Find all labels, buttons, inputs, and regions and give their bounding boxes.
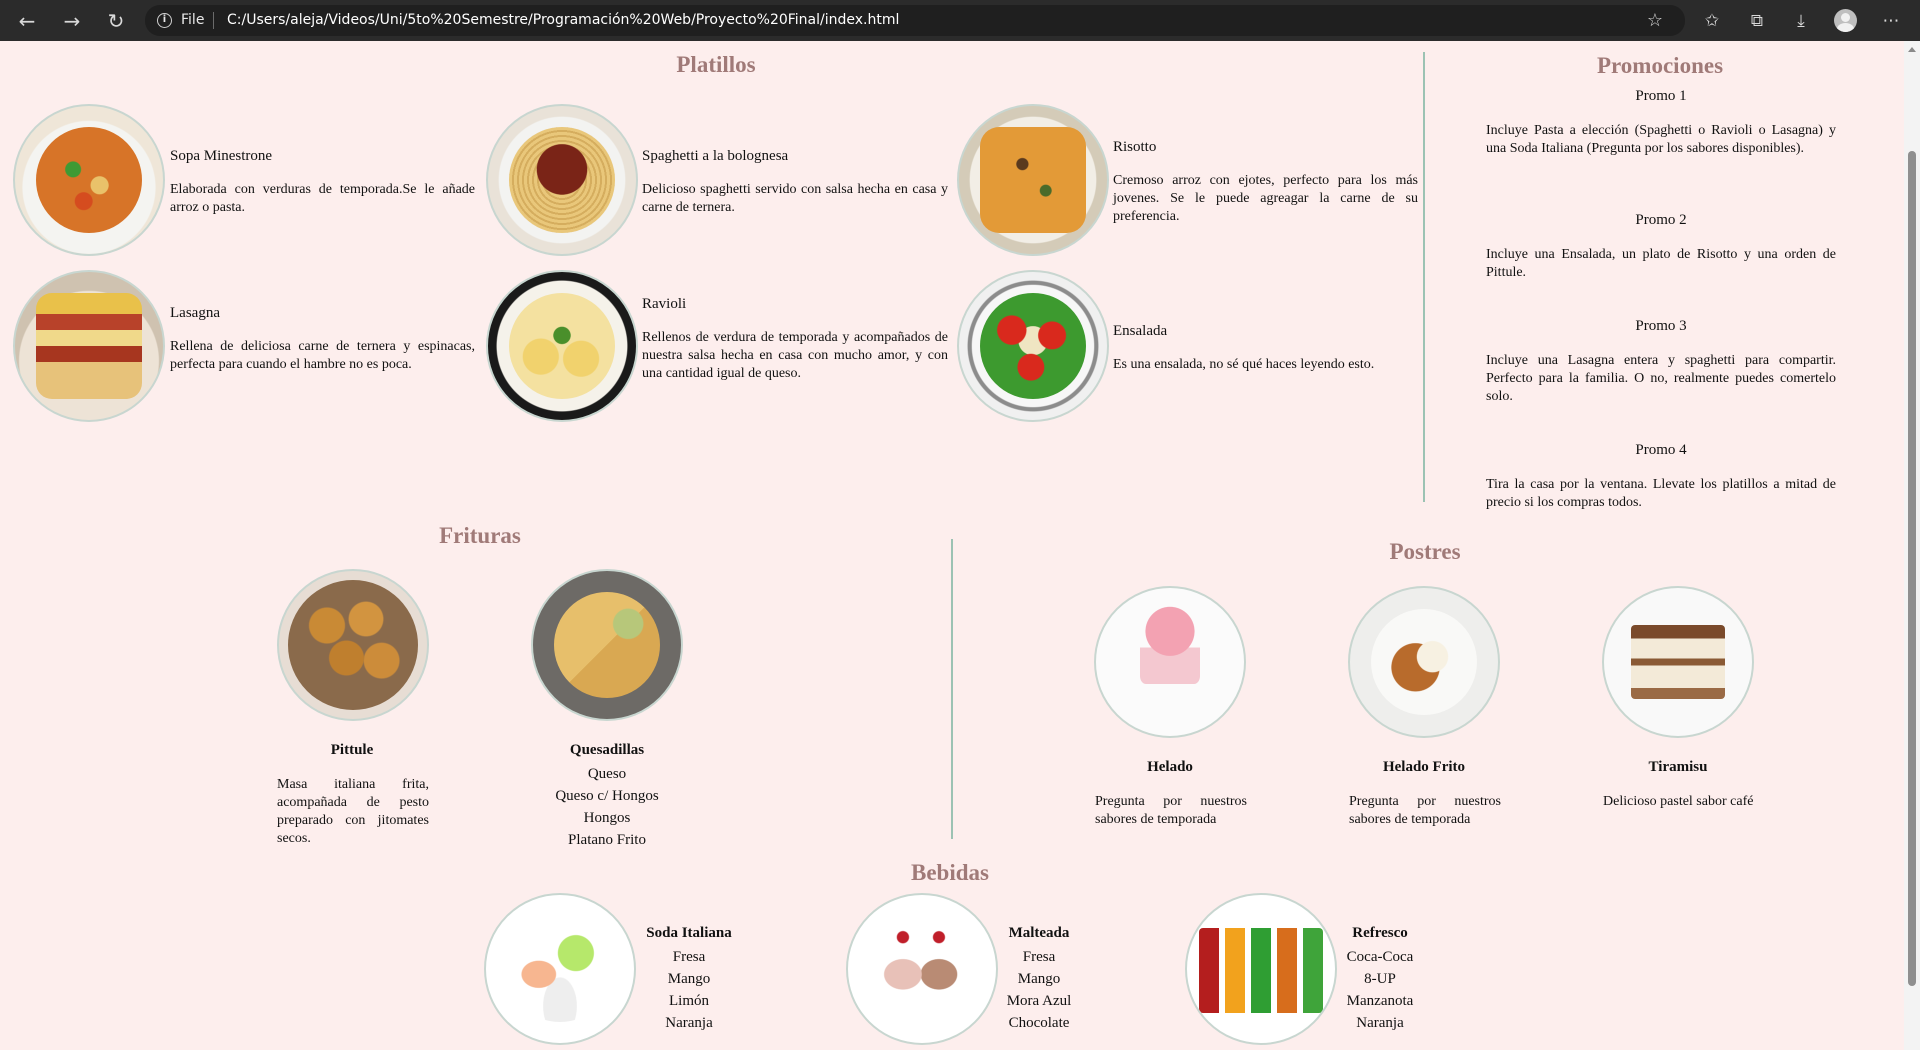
dish-description: Delicioso spaghetti servido con salsa he… — [642, 182, 948, 215]
helado-frito-image — [1348, 586, 1500, 738]
malteada-options: Fresa Mango Mora Azul Chocolate — [989, 946, 1089, 1034]
malteada-image — [846, 893, 998, 1045]
ravioli-image — [486, 270, 638, 422]
promo-description: Tira la casa por la ventana. Llevate los… — [1486, 477, 1836, 510]
ensalada-image — [957, 270, 1109, 422]
section-divider — [951, 539, 953, 839]
tiramisu-description: Delicioso pastel sabor café — [1603, 794, 1754, 809]
dish-description: Rellenos de verdura de temporada y acomp… — [642, 330, 948, 381]
scrollbar-thumb[interactable] — [1908, 151, 1916, 986]
option-item: 8-UP — [1364, 971, 1396, 987]
dish-name: Spaghetti a la bolognesa — [642, 148, 789, 164]
bebidas-title: Bebidas — [911, 860, 989, 885]
promo-description: Incluye Pasta a elección (Spaghetti o Ra… — [1486, 123, 1836, 156]
dish-name: Sopa Minestrone — [170, 148, 273, 164]
malteada-name: Malteada — [1008, 925, 1070, 941]
refresco-image — [1185, 893, 1337, 1045]
forward-arrow-icon[interactable]: → — [59, 8, 85, 34]
soda-italiana-name: Soda Italiana — [646, 925, 732, 941]
profile-avatar-icon[interactable] — [1834, 9, 1857, 32]
promo-title: Promo 3 — [1635, 318, 1687, 334]
promociones-title: Promociones — [1596, 53, 1724, 78]
helado-frito-description: Pregunta por nuestros sabores de tempora… — [1349, 794, 1501, 827]
frituras-title: Frituras — [439, 523, 521, 548]
option-item: Limón — [669, 993, 709, 1009]
option-item: Naranja — [665, 1015, 713, 1031]
dish-description: Cremoso arroz con ejotes, perfecto para … — [1113, 173, 1418, 224]
scroll-up-arrow-icon[interactable] — [1908, 47, 1916, 52]
promo-title: Promo 4 — [1635, 442, 1687, 458]
pittule-name: Pittule — [330, 742, 374, 758]
browser-toolbar: ← → ↻ i File C:/Users/aleja/Videos/Uni/5… — [0, 0, 1920, 41]
section-divider — [1423, 52, 1425, 502]
promo-title: Promo 1 — [1635, 88, 1687, 104]
option-item: Mango — [667, 971, 711, 987]
option-item: Coca-Coca — [1346, 949, 1414, 965]
sopa-minestrone-image — [13, 104, 165, 256]
option-item: Platano Frito — [568, 832, 646, 848]
dish-name: Ensalada — [1113, 323, 1168, 339]
address-bar[interactable]: i File C:/Users/aleja/Videos/Uni/5to%20S… — [145, 5, 1685, 36]
promo-description: Incluye una Lasagna entera y spaghetti p… — [1486, 353, 1836, 404]
refresh-icon[interactable]: ↻ — [103, 8, 129, 34]
download-icon[interactable]: ⤓ — [1789, 9, 1813, 33]
url-text[interactable]: C:/Users/aleja/Videos/Uni/5to%20Semestre… — [227, 12, 899, 28]
more-options-icon[interactable]: ⋯ — [1879, 9, 1903, 33]
dish-description: Elaborada con verduras de temporada.Se l… — [170, 182, 475, 215]
quesadillas-image — [531, 569, 683, 721]
option-item: Manzanota — [1346, 993, 1414, 1009]
option-item: Queso — [587, 766, 627, 782]
option-item: Queso c/ Hongos — [555, 788, 659, 804]
option-item: Hongos — [583, 810, 631, 826]
postres-title: Postres — [1389, 539, 1461, 564]
lasagna-image — [13, 270, 165, 422]
helado-name: Helado — [1147, 759, 1193, 775]
dish-name: Risotto — [1113, 139, 1157, 155]
dish-description: Es una ensalada, no sé qué haces leyendo… — [1113, 357, 1375, 372]
option-item: Naranja — [1356, 1015, 1404, 1031]
quesadillas-options: Queso Queso c/ Hongos Hongos Platano Fri… — [507, 763, 707, 851]
quesadillas-name: Quesadillas — [569, 742, 645, 758]
back-arrow-icon[interactable]: ← — [14, 8, 40, 34]
pittule-image — [277, 569, 429, 721]
option-item: Mora Azul — [1006, 993, 1072, 1009]
dish-name: Lasagna — [170, 305, 220, 321]
soda-italiana-options: Fresa Mango Limón Naranja — [629, 946, 749, 1034]
tiramisu-image — [1602, 586, 1754, 738]
spaghetti-image — [486, 104, 638, 256]
favorites-icon[interactable]: ✩ — [1700, 9, 1724, 33]
pittule-description: Masa italiana frita, acompañada de pesto… — [277, 777, 429, 846]
dish-description: Rellena de deliciosa carne de ternera y … — [170, 339, 475, 372]
helado-image — [1094, 586, 1246, 738]
promo-title: Promo 2 — [1635, 212, 1687, 228]
risotto-image — [957, 104, 1109, 256]
info-icon[interactable]: i — [157, 13, 172, 28]
collections-icon[interactable]: ⧉ — [1745, 9, 1769, 33]
soda-italiana-image — [484, 893, 636, 1045]
tiramisu-name: Tiramisu — [1648, 759, 1708, 775]
file-label: File — [181, 12, 205, 28]
refresco-options: Coca-Coca 8-UP Manzanota Naranja — [1330, 946, 1430, 1034]
option-item: Chocolate — [1008, 1015, 1070, 1031]
favorite-add-icon[interactable]: ☆ — [1647, 10, 1663, 31]
option-item: Fresa — [672, 949, 706, 965]
option-item: Fresa — [1022, 949, 1056, 965]
option-item: Mango — [1017, 971, 1061, 987]
helado-description: Pregunta por nuestros sabores de tempora… — [1095, 794, 1247, 827]
vertical-scrollbar[interactable] — [1904, 41, 1920, 1050]
refresco-name: Refresco — [1352, 925, 1408, 941]
platillos-title: Platillos — [676, 52, 756, 77]
address-separator — [213, 12, 214, 29]
dish-name: Ravioli — [642, 296, 687, 312]
promo-description: Incluye una Ensalada, un plato de Risott… — [1486, 247, 1836, 280]
helado-frito-name: Helado Frito — [1382, 759, 1466, 775]
